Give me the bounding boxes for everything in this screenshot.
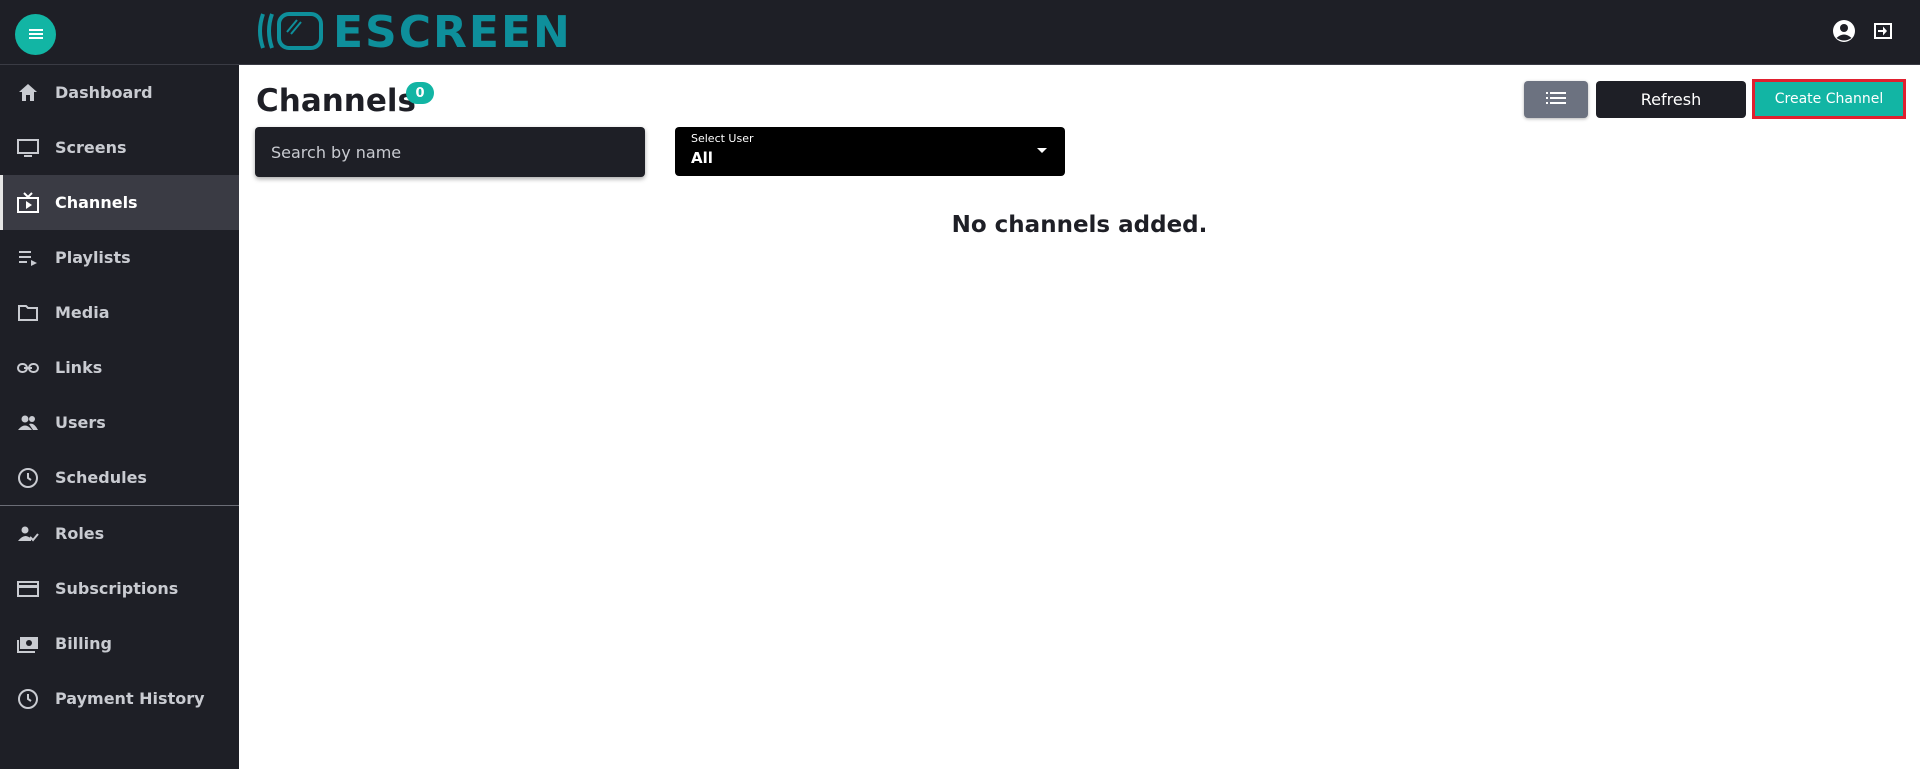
link-icon	[16, 356, 40, 380]
search-field[interactable]	[255, 127, 645, 177]
logo-screen-icon	[255, 10, 325, 56]
sidebar-item-dashboard[interactable]: Dashboard	[0, 65, 239, 120]
sidebar-item-links[interactable]: Links	[0, 340, 239, 395]
folder-icon	[16, 301, 40, 325]
channel-count-badge: 0	[406, 82, 434, 104]
sidebar-item-label: Roles	[55, 524, 105, 543]
select-user-value: All	[691, 149, 713, 167]
sidebar-item-channels[interactable]: Channels	[0, 175, 239, 230]
search-input[interactable]	[255, 127, 645, 177]
sidebar-item-screens[interactable]: Screens	[0, 120, 239, 175]
sidebar-item-label: Channels	[55, 193, 138, 212]
sidebar-item-label: Billing	[55, 634, 112, 653]
account-button[interactable]	[1831, 20, 1857, 46]
sidebar-item-roles[interactable]: Roles	[0, 506, 239, 561]
list-view-icon	[1546, 90, 1566, 109]
caret-down-icon	[1037, 148, 1047, 153]
refresh-button[interactable]: Refresh	[1596, 81, 1746, 118]
sidebar-item-playlists[interactable]: Playlists	[0, 230, 239, 285]
sidebar-item-subscriptions[interactable]: Subscriptions	[0, 561, 239, 616]
sidebar-item-payment-history[interactable]: Payment History	[0, 671, 239, 726]
create-channel-button[interactable]: Create Channel	[1752, 79, 1906, 119]
logout-icon	[1872, 20, 1894, 46]
select-user-label: Select User	[691, 132, 754, 145]
menu-toggle-button[interactable]	[15, 14, 56, 55]
top-bar: ESCREEN	[0, 0, 1920, 65]
users-icon	[16, 411, 40, 435]
playlist-icon	[16, 246, 40, 270]
sidebar-item-schedules[interactable]: Schedules	[0, 450, 239, 505]
main-content: Channels 0 Select User All Refresh Creat…	[239, 65, 1920, 769]
list-view-button[interactable]	[1524, 81, 1588, 118]
sidebar-item-label: Screens	[55, 138, 127, 157]
logout-button[interactable]	[1870, 20, 1896, 46]
sidebar-item-label: Dashboard	[55, 83, 153, 102]
monitor-icon	[16, 136, 40, 160]
billing-icon	[16, 632, 40, 656]
page-title: Channels	[256, 83, 416, 119]
sidebar-item-media[interactable]: Media	[0, 285, 239, 340]
sidebar-item-users[interactable]: Users	[0, 395, 239, 450]
sidebar-item-label: Schedules	[55, 468, 147, 487]
empty-state-message: No channels added.	[951, 212, 1208, 238]
sidebar-item-label: Payment History	[55, 689, 205, 708]
logo-text: ESCREEN	[333, 7, 572, 58]
account-circle-icon	[1832, 19, 1856, 47]
sidebar-item-label: Media	[55, 303, 110, 322]
hamburger-icon	[28, 25, 43, 44]
home-icon	[16, 81, 40, 105]
history-icon	[16, 687, 40, 711]
credit-card-icon	[16, 577, 40, 601]
sidebar-item-label: Playlists	[55, 248, 131, 267]
sidebar: Dashboard Screens Channels Playlists Med…	[0, 65, 239, 769]
sidebar-item-label: Users	[55, 413, 106, 432]
user-check-icon	[16, 522, 40, 546]
tv-icon	[16, 191, 40, 215]
sidebar-item-billing[interactable]: Billing	[0, 616, 239, 671]
select-user-dropdown[interactable]: Select User All	[675, 127, 1065, 176]
sidebar-item-label: Subscriptions	[55, 579, 179, 598]
clock-icon	[16, 466, 40, 490]
sidebar-item-label: Links	[55, 358, 103, 377]
app-logo[interactable]: ESCREEN	[255, 7, 572, 58]
